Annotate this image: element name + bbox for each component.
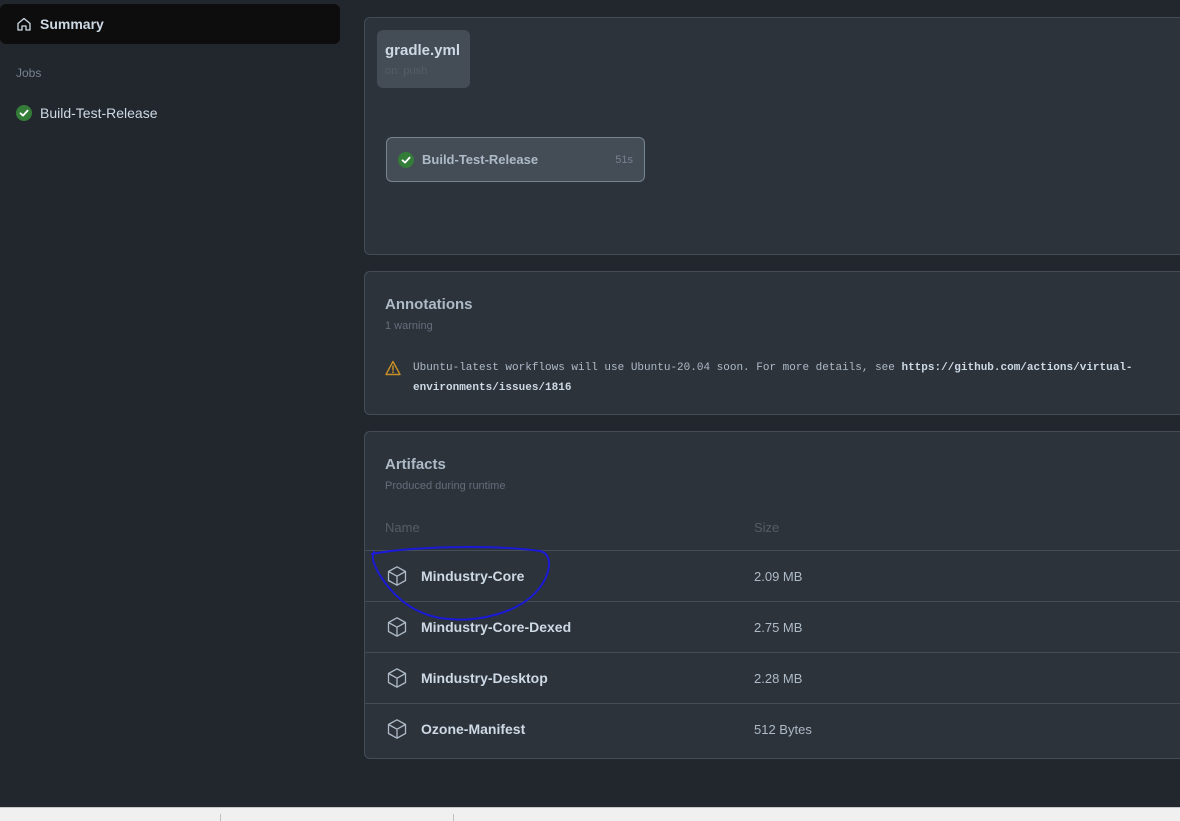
annotations-subtitle: 1 warning (385, 320, 433, 332)
warning-icon (385, 360, 401, 376)
artifact-name-link[interactable]: Mindustry-Core (421, 568, 524, 584)
artifact-size: 2.09 MB (754, 568, 803, 584)
artifact-size: 512 Bytes (754, 721, 812, 737)
jobs-heading: Jobs (16, 66, 42, 80)
job-node-build-test-release[interactable]: Build-Test-Release 51s (386, 137, 645, 182)
artifact-size: 2.28 MB (754, 670, 803, 686)
annotation-text: Ubuntu-latest workflows will use Ubuntu-… (413, 362, 902, 374)
job-node-duration: 51s (615, 153, 633, 166)
package-icon (387, 668, 407, 688)
artifact-name-link[interactable]: Ozone-Manifest (421, 721, 525, 737)
artifacts-title: Artifacts (385, 456, 446, 473)
artifact-size: 2.75 MB (754, 619, 803, 635)
package-icon (387, 617, 407, 637)
job-node-label: Build-Test-Release (422, 152, 539, 167)
annotation-item: Ubuntu-latest workflows will use Ubuntu-… (385, 358, 1149, 398)
table-row: Mindustry-Core 2.09 MB (365, 550, 1180, 601)
check-circle-icon (398, 151, 414, 168)
annotation-message: Ubuntu-latest workflows will use Ubuntu-… (413, 358, 1149, 398)
home-icon (17, 17, 31, 31)
workflow-trigger: on: push (385, 65, 428, 77)
artifacts-panel: Artifacts Produced during runtime Name S… (364, 431, 1180, 759)
column-header-name: Name (385, 520, 420, 535)
artifact-name-link[interactable]: Mindustry-Core-Dexed (421, 619, 571, 635)
table-row: Mindustry-Core-Dexed 2.75 MB (365, 601, 1180, 652)
bottom-status-bar (0, 807, 1180, 821)
artifacts-table-header: Name Size (365, 520, 1180, 550)
package-icon (387, 566, 407, 586)
status-bar-divider (220, 814, 221, 821)
check-circle-icon (16, 105, 32, 121)
status-bar-divider (453, 814, 454, 821)
column-header-size: Size (754, 520, 780, 535)
workflow-name: gradle.yml (385, 42, 461, 59)
sidebar: Summary Jobs Build-Test-Release (0, 0, 352, 807)
workflow-graph-panel: gradle.yml on: push Build-Test-Release 5… (364, 17, 1180, 255)
app-root: Summary Jobs Build-Test-Release gradle.y… (0, 0, 1180, 821)
annotations-panel: Annotations 1 warning Ubuntu-latest work… (364, 271, 1180, 415)
table-row: Ozone-Manifest 512 Bytes (365, 703, 1180, 754)
sidebar-item-summary-label: Summary (40, 16, 104, 32)
artifact-name-link[interactable]: Mindustry-Desktop (421, 670, 548, 686)
sidebar-item-summary[interactable]: Summary (0, 4, 340, 44)
table-row: Mindustry-Desktop 2.28 MB (365, 652, 1180, 703)
sidebar-item-job[interactable]: Build-Test-Release (16, 103, 158, 123)
package-icon (387, 719, 407, 739)
sidebar-item-job-label: Build-Test-Release (40, 105, 158, 121)
annotations-title: Annotations (385, 296, 473, 313)
workflow-card: gradle.yml on: push (377, 30, 470, 88)
artifacts-subtitle: Produced during runtime (385, 480, 506, 492)
